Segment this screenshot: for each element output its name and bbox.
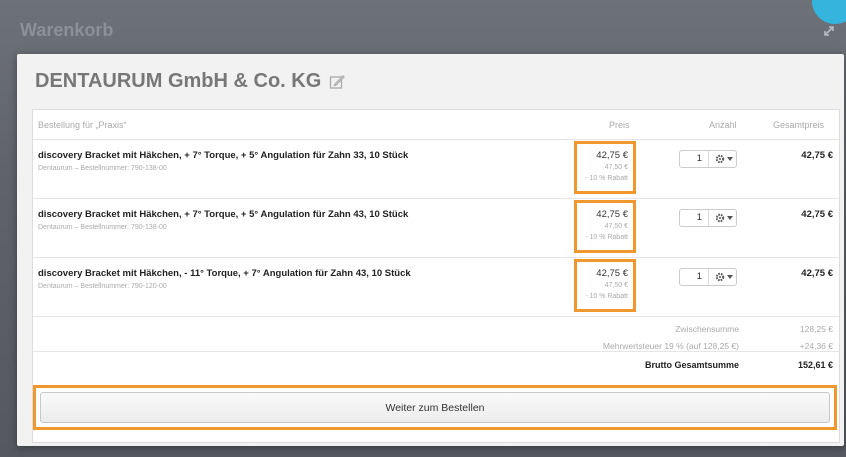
table-row: discovery Bracket mit Häkchen, + 7° Torq… (33, 199, 839, 258)
item-total: 42,75 € (801, 268, 833, 279)
quantity-settings-button[interactable] (708, 269, 738, 285)
caret-down-icon (726, 216, 733, 220)
item-subtitle: Dentaurum – Bestellnummer: 790-138-00 (38, 165, 167, 172)
quantity-value[interactable]: 1 (684, 271, 702, 282)
col-qty: Anzahl (709, 120, 737, 130)
company-header: DENTAURUM GmbH & Co. KG (35, 70, 346, 93)
item-price: 42,75 € (596, 209, 628, 220)
item-subtitle: Dentaurum – Bestellnummer: 790-138-00 (38, 224, 167, 231)
company-name: DENTAURUM GmbH & Co. KG (35, 70, 322, 92)
quantity-input[interactable]: 1 (679, 268, 737, 286)
table-row: discovery Bracket mit Häkchen, + 7° Torq… (33, 140, 839, 199)
quantity-settings-button[interactable] (708, 210, 738, 226)
quantity-input[interactable]: 1 (679, 209, 737, 227)
item-subtitle: Dentaurum – Bestellnummer: 790-120-00 (38, 283, 167, 290)
subtotal-value: 128,25 € (799, 324, 833, 334)
quantity-settings-button[interactable] (708, 151, 738, 167)
edit-icon[interactable] (329, 74, 346, 90)
continue-to-order-button[interactable]: Weiter zum Bestellen (40, 392, 830, 423)
expand-icon[interactable] (822, 24, 836, 38)
order-for-label: Bestellung für „Praxis“ (38, 120, 127, 130)
gear-icon (715, 213, 724, 223)
caret-down-icon (726, 275, 733, 279)
item-total: 42,75 € (801, 209, 833, 220)
item-old-price: 47,50 € (604, 282, 628, 289)
item-total: 42,75 € (801, 150, 833, 161)
table-row: discovery Bracket mit Häkchen, - 11° Tor… (33, 258, 839, 317)
vat-label: Mehrwertsteuer 19 % (auf 128,25 €) (602, 341, 739, 351)
quantity-value[interactable]: 1 (684, 153, 702, 164)
caret-down-icon (726, 157, 733, 161)
item-old-price: 47,50 € (604, 164, 628, 171)
price-box: 42,75 € 47,50 € - 10 % Rabatt (574, 141, 636, 194)
vat-value: +24,36 € (799, 341, 833, 351)
order-summary: Zwischensumme 128,25 € Mehrwertsteuer 19… (33, 314, 839, 384)
item-discount: - 10 % Rabatt (585, 175, 628, 182)
price-box: 42,75 € 47,50 € - 10 % Rabatt (574, 200, 636, 253)
quantity-value[interactable]: 1 (684, 212, 702, 223)
gear-icon (715, 154, 724, 164)
item-price: 42,75 € (596, 268, 628, 279)
summary-divider (33, 351, 839, 352)
col-price: Preis (609, 120, 630, 130)
col-total: Gesamtpreis (773, 120, 825, 130)
item-title[interactable]: discovery Bracket mit Häkchen, + 7° Torq… (38, 150, 408, 161)
gear-icon (715, 272, 724, 282)
item-price: 42,75 € (596, 150, 628, 161)
window-title: Warenkorb (20, 20, 114, 40)
cart-modal: DENTAURUM GmbH & Co. KG Bestellung für „… (17, 54, 844, 446)
gross-total-value: 152,61 € (797, 360, 833, 370)
item-old-price: 47,50 € (604, 223, 628, 230)
subtotal-label: Zwischensumme (675, 324, 739, 334)
gross-total-label: Brutto Gesamtsumme (644, 360, 739, 370)
table-header: Bestellung für „Praxis“ Preis Anzahl Ges… (33, 110, 839, 140)
item-title[interactable]: discovery Bracket mit Häkchen, + 7° Torq… (38, 209, 408, 220)
item-title[interactable]: discovery Bracket mit Häkchen, - 11° Tor… (38, 268, 411, 279)
quantity-input[interactable]: 1 (679, 150, 737, 168)
order-button-highlight: Weiter zum Bestellen (33, 385, 837, 430)
item-discount: - 10 % Rabatt (585, 293, 628, 300)
item-discount: - 10 % Rabatt (585, 234, 628, 241)
price-box: 42,75 € 47,50 € - 10 % Rabatt (574, 259, 636, 312)
window-titlebar: Warenkorb (0, 0, 846, 50)
